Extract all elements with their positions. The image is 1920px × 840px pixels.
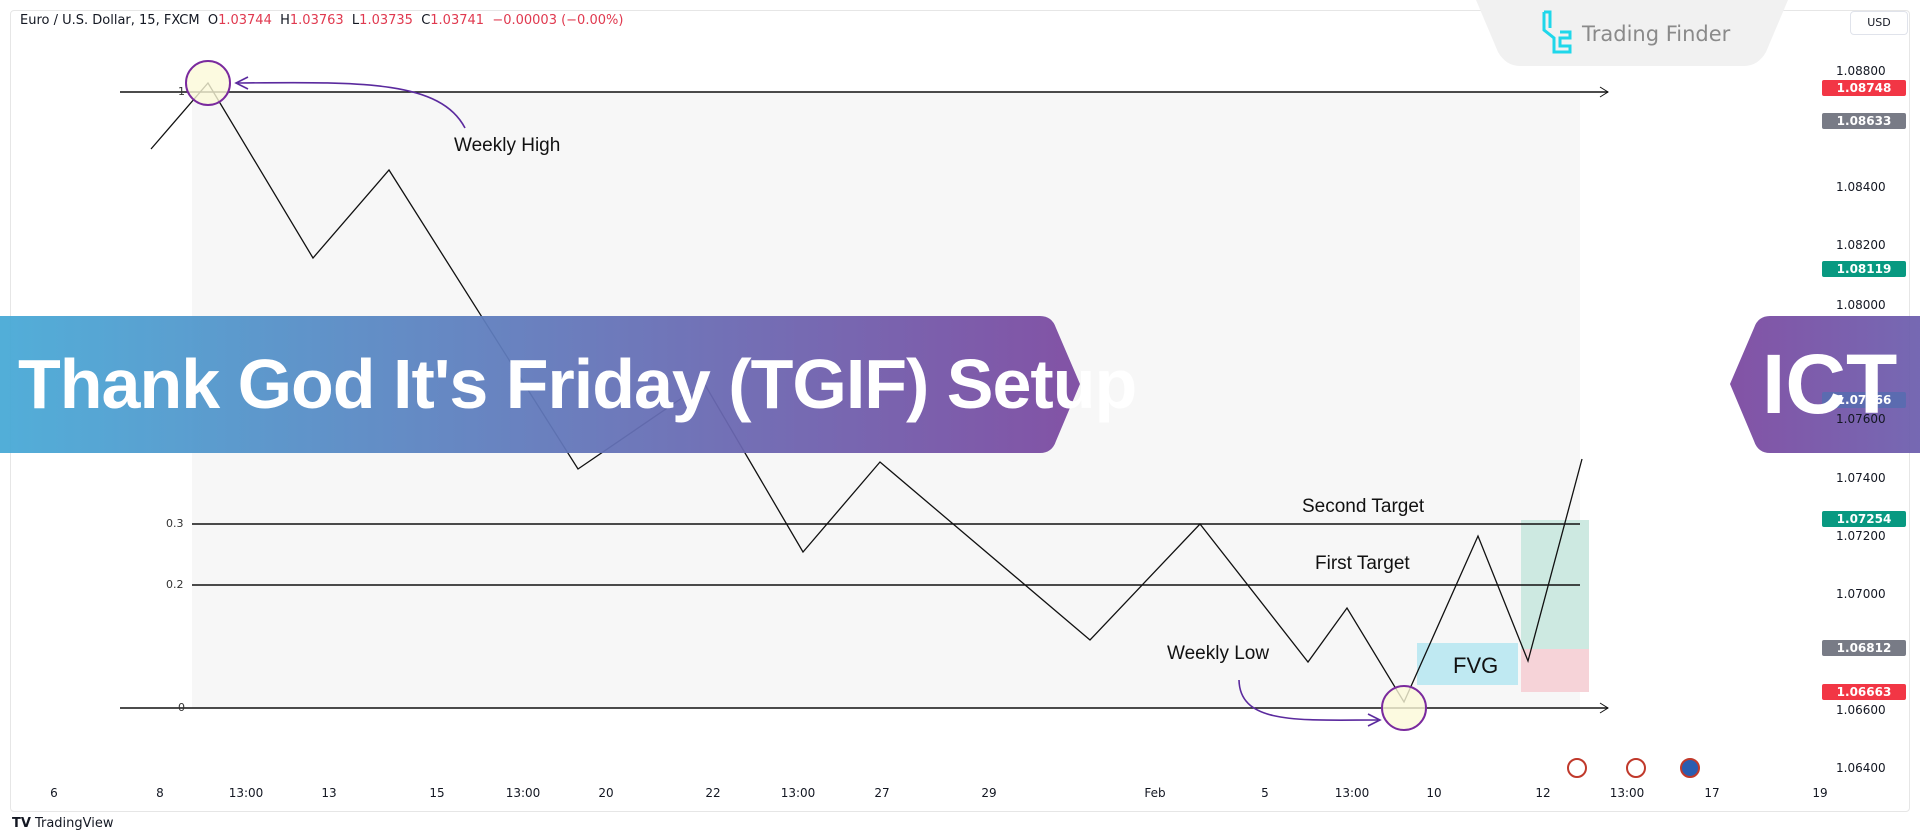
price-tick: 1.08000 — [1836, 298, 1886, 312]
time-tick: Feb — [1144, 786, 1166, 800]
symbol-legend: Euro / U.S. Dollar, 15, FXCM O1.03744 H1… — [20, 13, 623, 28]
currency-button[interactable]: USD — [1850, 11, 1908, 35]
flag-icon — [1567, 758, 1587, 778]
time-tick: 22 — [705, 786, 721, 800]
time-tick: 17 — [1704, 786, 1720, 800]
price-tick: 1.08800 — [1836, 64, 1886, 78]
time-tick: 13:00 — [228, 786, 264, 800]
flag-icon — [1626, 758, 1646, 778]
close-label: C — [421, 13, 431, 28]
banner-title: Thank God It's Friday (TGIF) Setup — [18, 345, 1137, 423]
price-tick: 1.06600 — [1836, 703, 1886, 717]
time-tick: 13:00 — [1609, 786, 1645, 800]
price-badge: 1.07254 — [1822, 511, 1906, 527]
price-tick: 1.07000 — [1836, 587, 1886, 601]
price-badge: 1.08748 — [1822, 80, 1906, 96]
low-value: 1.03735 — [359, 13, 413, 28]
open-label: O — [207, 13, 219, 28]
time-tick: 13:00 — [505, 786, 541, 800]
time-tick: 10 — [1426, 786, 1442, 800]
weekly-high-label: Weekly High — [454, 135, 561, 156]
time-tick: 27 — [874, 786, 890, 800]
time-tick: 8 — [156, 786, 164, 800]
fvg-label: FVG — [1453, 653, 1499, 678]
high-value: 1.03763 — [289, 13, 344, 28]
time-tick: 20 — [598, 786, 614, 800]
time-tick: 19 — [1812, 786, 1828, 800]
symbol-name: Euro / U.S. Dollar, 15, FXCM — [20, 13, 200, 28]
weekly-low-circle — [1381, 685, 1427, 731]
tradingview-logo-icon: TV — [12, 816, 31, 831]
time-tick: 13 — [321, 786, 337, 800]
close-value: 1.03741 — [430, 13, 485, 28]
tradingview-text: TradingView — [34, 816, 114, 831]
first-target-label: First Target — [1315, 553, 1410, 574]
event-flags — [1567, 758, 1700, 778]
change-value: −0.00003 (−0.00%) — [492, 13, 624, 28]
tradingview-logo[interactable]: TV TradingView — [12, 816, 113, 831]
ict-tag: ICT — [1762, 337, 1898, 431]
price-tick: 1.08400 — [1836, 180, 1886, 194]
time-tick: 29 — [981, 786, 997, 800]
fib-label: 0 — [178, 701, 185, 714]
price-badge: 1.08119 — [1822, 261, 1906, 277]
time-tick: 15 — [429, 786, 445, 800]
open-value: 1.03744 — [218, 13, 272, 28]
trading-finder-logo-text: Trading Finder — [1582, 22, 1731, 46]
fib-label: 1 — [178, 85, 185, 98]
high-label: H — [280, 13, 290, 28]
time-tick: 13:00 — [1334, 786, 1370, 800]
price-tick: 1.07200 — [1836, 529, 1886, 543]
flag-icon — [1680, 758, 1700, 778]
time-tick: 13:00 — [780, 786, 816, 800]
price-tick: 1.08200 — [1836, 238, 1886, 252]
price-badge: 1.06812 — [1822, 640, 1906, 656]
price-tick: 1.07400 — [1836, 471, 1886, 485]
weekly-high-circle — [185, 60, 231, 106]
time-tick: 5 — [1261, 786, 1269, 800]
price-badge: 1.06663 — [1822, 684, 1906, 700]
price-badge: 1.08633 — [1822, 113, 1906, 129]
time-tick: 12 — [1535, 786, 1551, 800]
stop-zone — [1521, 649, 1589, 692]
time-tick: 6 — [50, 786, 58, 800]
fib-label: 0.2 — [166, 578, 184, 591]
price-tick: 1.06400 — [1836, 761, 1886, 775]
weekly-low-label: Weekly Low — [1167, 643, 1270, 664]
second-target-label: Second Target — [1302, 496, 1425, 517]
fib-label: 0.3 — [166, 517, 184, 530]
